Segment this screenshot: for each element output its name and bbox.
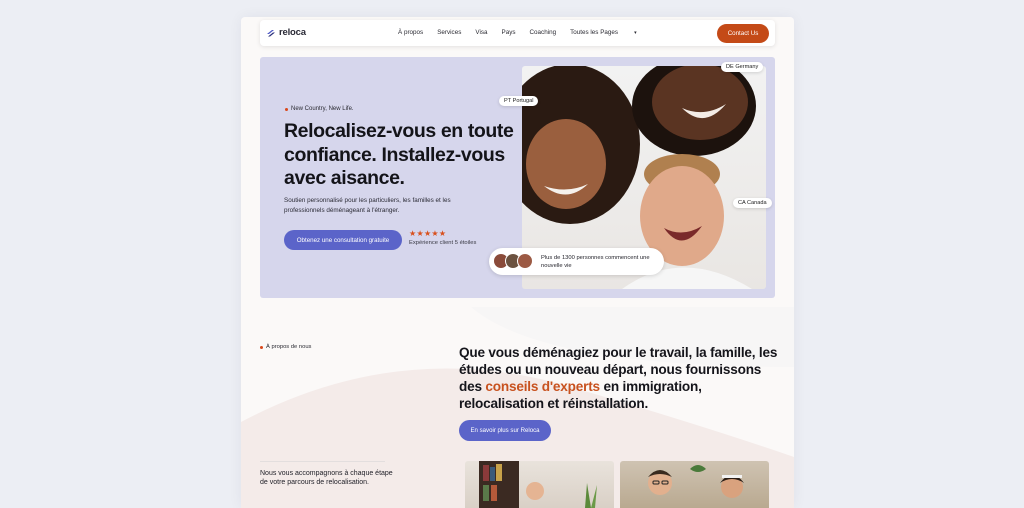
free-consultation-button[interactable]: Obtenez une consultation gratuite (284, 230, 402, 250)
flag-chip-canada: CA Canada (733, 198, 772, 208)
meeting-photo (620, 461, 769, 508)
hero-section: New Country, New Life. Relocalisez-vous … (260, 57, 775, 298)
bullet-dot-icon (260, 345, 263, 349)
logo-icon (267, 29, 275, 36)
flag-chip-portugal: PT Portugal (499, 96, 539, 106)
meeting-photo-illustration (648, 465, 744, 498)
office-photo (465, 461, 614, 508)
avatar-group (493, 253, 533, 269)
about-statement: Que vous déménagiez pour le travail, la … (459, 344, 779, 412)
nav-item-toutes-les-pages-label: Toutes les Pages (570, 29, 619, 36)
office-photo-illustration (479, 461, 597, 508)
about-statement-accent: conseils d'experts (485, 379, 600, 394)
logo-text: reloca (279, 27, 306, 38)
nav-item-pays[interactable]: Pays (502, 29, 516, 36)
chevron-down-icon: ▾ (634, 30, 637, 36)
hero-title: Relocalisez-vous en toute confiance. Ins… (284, 120, 514, 189)
hero-tagline: New Country, New Life. (285, 106, 354, 112)
divider (260, 461, 385, 462)
nav-item-a-propos[interactable]: À propos (398, 29, 423, 36)
contact-button[interactable]: Contact Us (717, 24, 769, 43)
rating-stars-icon: ★★★★★ (409, 229, 447, 238)
nav-item-services[interactable]: Services (437, 29, 461, 36)
nav-item-coaching[interactable]: Coaching (530, 29, 557, 36)
nav-item-toutes-les-pages[interactable]: Toutes les Pages ▾ (570, 29, 650, 36)
learn-more-button[interactable]: En savoir plus sur Reloca (459, 420, 551, 441)
rating-text: Expérience client 5 étoiles (409, 240, 477, 246)
logo[interactable]: reloca (266, 27, 306, 38)
social-proof-text: Plus de 1300 personnes commencent une no… (541, 255, 650, 269)
page-container: reloca À propos Services Visa Pays Coach… (241, 17, 794, 508)
about-section-label: À propos de nous (260, 344, 311, 350)
avatar (517, 253, 533, 269)
social-proof-card: Plus de 1300 personnes commencent une no… (489, 248, 664, 275)
about-label-text: À propos de nous (266, 344, 312, 350)
hero-tagline-text: New Country, New Life. (291, 106, 354, 112)
hero-subtitle: Soutien personnalisé pour les particulie… (284, 197, 451, 214)
flag-chip-germany: DE Germany (721, 62, 764, 72)
bullet-dot-icon (285, 107, 288, 111)
steps-text: Nous vous accompagnons à chaque étape de… (260, 470, 393, 487)
top-navbar: reloca À propos Services Visa Pays Coach… (260, 20, 775, 46)
main-menu: À propos Services Visa Pays Coaching Tou… (398, 29, 665, 36)
nav-item-visa[interactable]: Visa (475, 29, 487, 36)
